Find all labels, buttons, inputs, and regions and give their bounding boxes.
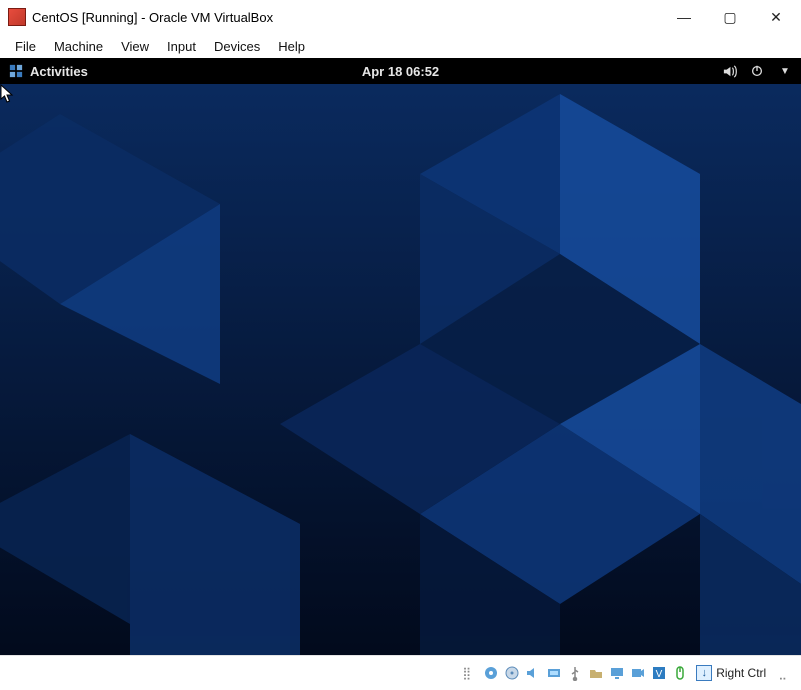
virtualization-icon[interactable]: V xyxy=(649,664,669,682)
clock-label[interactable]: Apr 18 06:52 xyxy=(362,64,439,79)
menu-view[interactable]: View xyxy=(112,37,158,56)
window-controls: — ▢ ✕ xyxy=(661,1,799,33)
menu-file[interactable]: File xyxy=(6,37,45,56)
menu-machine[interactable]: Machine xyxy=(45,37,112,56)
svg-text:V: V xyxy=(656,669,663,680)
keyboard-capture-icon: ↓ xyxy=(696,665,712,681)
wallpaper-svg xyxy=(0,84,801,655)
hard-disk-icon[interactable] xyxy=(481,664,501,682)
virtualbox-app-icon xyxy=(8,8,26,26)
window-close-button[interactable]: ✕ xyxy=(753,1,799,33)
statusbar-indicator-group: V xyxy=(481,664,690,682)
menu-help[interactable]: Help xyxy=(269,37,314,56)
host-key-label: Right Ctrl xyxy=(716,666,766,680)
menu-devices[interactable]: Devices xyxy=(205,37,269,56)
window-maximize-button[interactable]: ▢ xyxy=(707,1,753,33)
statusbar-grip-icon-right: ⣀ xyxy=(778,666,789,680)
activities-icon xyxy=(8,63,24,79)
audio-icon[interactable] xyxy=(523,664,543,682)
statusbar-grip-icon: ⣿ xyxy=(462,666,473,680)
chevron-down-icon: ▼ xyxy=(777,63,793,79)
window-title: CentOS [Running] - Oracle VM VirtualBox xyxy=(32,10,273,25)
mouse-integration-icon[interactable] xyxy=(670,664,690,682)
gnome-topbar: Activities Apr 18 06:52 ▼ xyxy=(0,58,801,84)
usb-icon[interactable] xyxy=(565,664,585,682)
display-icon[interactable] xyxy=(607,664,627,682)
menu-input[interactable]: Input xyxy=(158,37,205,56)
system-status-area[interactable]: ▼ xyxy=(721,63,793,79)
power-icon xyxy=(749,63,765,79)
activities-button[interactable]: Activities xyxy=(8,63,88,79)
recording-icon[interactable] xyxy=(628,664,648,682)
optical-disk-icon[interactable] xyxy=(502,664,522,682)
window-minimize-button[interactable]: — xyxy=(661,1,707,33)
menubar: File Machine View Input Devices Help xyxy=(0,34,801,58)
vm-statusbar: ⣿ V ↓ Right Ctrl ⣀ xyxy=(0,655,801,690)
activities-label: Activities xyxy=(30,64,88,79)
host-key-indicator[interactable]: ↓ Right Ctrl xyxy=(696,665,770,681)
desktop-wallpaper[interactable] xyxy=(0,84,801,655)
volume-icon xyxy=(721,63,737,79)
shared-folder-icon[interactable] xyxy=(586,664,606,682)
window-titlebar: CentOS [Running] - Oracle VM VirtualBox … xyxy=(0,0,801,34)
network-icon[interactable] xyxy=(544,664,564,682)
